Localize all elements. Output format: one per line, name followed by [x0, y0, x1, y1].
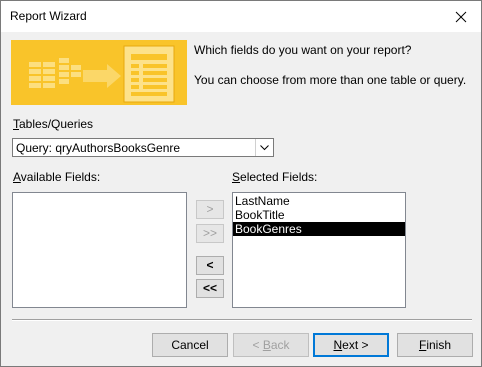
finish-button-rest: inish — [426, 338, 452, 352]
back-button-prefix: < — [252, 338, 263, 352]
cancel-button[interactable]: Cancel — [152, 333, 228, 357]
report-wizard-window: Report Wizard Which fields do you want o… — [0, 0, 482, 367]
next-button-rest: ext > — [342, 338, 369, 352]
available-fields-label: Available Fields: — [13, 170, 100, 184]
add-field-button[interactable]: > — [196, 200, 224, 219]
combo-dropdown-button[interactable] — [255, 139, 273, 156]
tables-queries-combobox[interactable]: Query: qryAuthorsBooksGenre — [12, 138, 274, 157]
tables-queries-label-rest: ables/Queries — [19, 117, 94, 131]
selected-field-item-active[interactable]: BookGenres — [233, 222, 405, 236]
remove-all-fields-button[interactable]: << — [196, 279, 224, 298]
remove-field-button[interactable]: < — [196, 256, 224, 275]
close-icon — [455, 11, 467, 22]
wizard-subprompt: You can choose from more than one table … — [194, 73, 467, 87]
next-button-accel: N — [333, 338, 343, 352]
tables-queries-value: Query: qryAuthorsBooksGenre — [16, 141, 181, 155]
add-all-fields-button[interactable]: >> — [196, 224, 224, 243]
selected-fields-label-accel: S — [232, 170, 241, 184]
selected-field-item[interactable]: BookTitle — [233, 208, 405, 222]
title-bar: Report Wizard — [1, 1, 481, 32]
back-button-accel: B — [262, 338, 271, 352]
back-button-rest: ack — [270, 338, 290, 352]
wizard-banner-image — [11, 40, 187, 105]
next-button[interactable]: Next > — [313, 333, 389, 357]
selected-field-item[interactable]: LastName — [233, 194, 405, 208]
finish-button[interactable]: Finish — [397, 333, 473, 357]
close-button[interactable] — [441, 1, 481, 32]
available-fields-label-accel: A — [13, 170, 21, 184]
window-title: Report Wizard — [10, 9, 87, 23]
wizard-prompt: Which fields do you want on your report? — [194, 43, 412, 57]
selected-fields-list[interactable]: LastName BookTitle BookGenres — [232, 192, 406, 308]
selected-fields-label-rest: elected Fields: — [240, 170, 318, 184]
available-fields-list[interactable] — [12, 192, 187, 308]
footer-divider — [12, 319, 472, 321]
selected-fields-label: Selected Fields: — [232, 170, 317, 184]
back-button[interactable]: < Back — [233, 333, 309, 357]
available-fields-label-rest: vailable Fields: — [20, 170, 101, 184]
chevron-down-icon — [260, 144, 269, 150]
tables-queries-label: Tables/Queries — [13, 117, 93, 131]
